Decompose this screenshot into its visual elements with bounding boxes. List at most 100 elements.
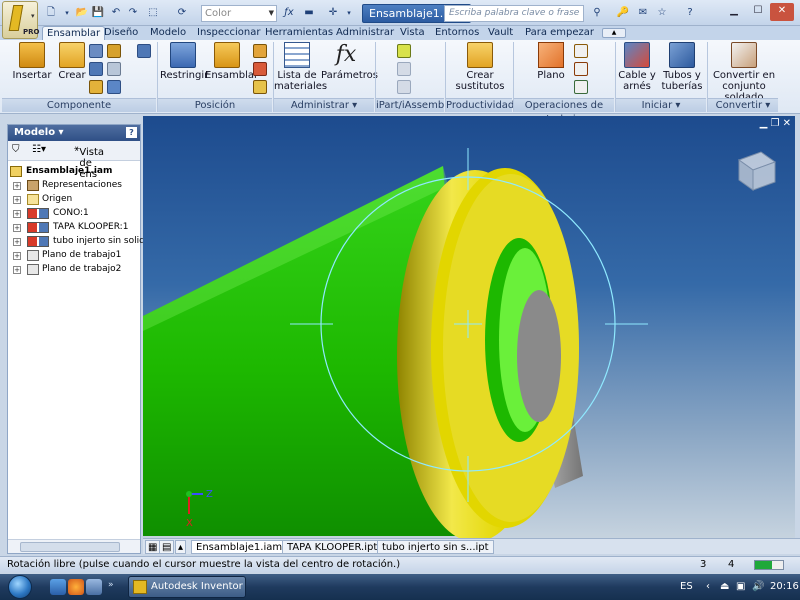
tab-vista[interactable]: Vista [396,26,429,40]
safely-remove-icon[interactable]: ⏏ [720,581,729,592]
new-file-icon[interactable]: 🗋 [44,6,58,20]
mirror-icon[interactable] [89,62,103,76]
tree-item[interactable]: + TAPA KLOOPER:1 [10,221,140,235]
clock[interactable]: 20:16 [770,581,799,592]
quick-launch-overflow-icon[interactable]: » [108,580,114,590]
lista-materiales-button[interactable]: Lista de materiales [274,42,327,92]
update-icon[interactable]: ⟳ [175,6,189,20]
convertir-soldado-button[interactable]: Convertir en conjunto soldado [706,42,782,103]
insertar-button[interactable]: Insertar [10,42,54,81]
tab-vault[interactable]: Vault [484,26,517,40]
panel-administrar-label[interactable]: Administrar ▾ [274,98,374,112]
doc-tab-tapa-klooper[interactable]: TAPA KLOOPER.ipt [282,540,383,554]
tree-item[interactable]: + tubo injerto sin solidos [10,235,155,249]
expand-tree-icon[interactable]: ☷▾ [32,144,46,155]
tray-expand-icon[interactable]: ‹ [706,581,710,592]
browser-horizontal-scrollbar[interactable] [8,539,140,553]
show-desktop-icon[interactable] [86,579,102,595]
graphics-viewport[interactable]: Z X ▁ ❐ ✕ [143,116,795,538]
tree-item[interactable]: + Plano de trabajo1 [10,249,140,263]
replace-icon[interactable] [107,62,121,76]
subscription-icon[interactable]: 🔑 [616,6,630,20]
communication-icon[interactable]: ✉ [636,6,650,20]
scrollbar-thumb[interactable] [20,542,120,552]
tree-root[interactable]: Ensamblaje1.iam [10,165,140,179]
redo-icon[interactable]: ↷ [126,6,140,20]
language-indicator[interactable]: ES [680,581,693,592]
viewport-restore-button[interactable]: ❐ [770,118,779,129]
rotate-component-icon[interactable] [253,62,267,76]
work-point-icon[interactable] [574,62,588,76]
minimize-button[interactable]: ▁ [722,3,746,21]
internet-explorer-icon[interactable] [50,579,66,595]
viewcube[interactable] [737,151,777,191]
cable-arnes-button[interactable]: Cable y arnés [618,42,656,92]
tab-herramientas[interactable]: Herramientas [261,26,337,40]
place-from-cc-icon[interactable] [137,44,151,58]
viewport-close-button[interactable]: ✕ [783,118,791,129]
create-ipart-icon[interactable] [397,44,411,58]
function-icon[interactable]: ƒx [282,6,296,20]
select-icon[interactable]: ⬚ [146,6,160,20]
restringir-button[interactable]: Restringir [160,42,208,81]
expand-plus-icon[interactable]: + [13,196,21,204]
plano-button[interactable]: Plano [534,42,568,81]
crear-button[interactable]: Crear [55,42,89,81]
tree-item[interactable]: + Plano de trabajo2 [10,263,140,277]
tab-entornos[interactable]: Entornos [431,26,483,40]
viewport-minimize-button[interactable]: ▁ [760,118,768,129]
grip-snap-icon[interactable] [107,80,121,94]
tab-modelo[interactable]: Modelo [146,26,190,40]
tree-item[interactable]: + Representaciones [10,179,140,193]
expand-plus-icon[interactable]: + [13,266,21,274]
parametros-button[interactable]: fx Parámetros [321,42,378,81]
tab-ensamblar[interactable]: Ensamblar [42,26,106,40]
browser-help-button[interactable]: ? [126,127,137,138]
panel-iniciar-label[interactable]: Iniciar ▾ [616,98,706,112]
volume-icon[interactable]: 🔊 [752,581,764,592]
doc-tab-tubo-injerto[interactable]: tubo injerto sin s...ipt [377,540,494,554]
network-icon[interactable]: ▣ [736,581,745,592]
favorites-star-icon[interactable]: ☆ [655,6,669,20]
measure-icon[interactable]: ▬ [302,6,316,20]
tubos-tuberias-button[interactable]: Tubos y tuberías [660,42,704,92]
crosshair-icon[interactable]: ✛ [326,6,340,20]
expand-plus-icon[interactable]: + [13,224,21,232]
customize-dropdown-icon[interactable]: ▾ [342,6,356,20]
open-folder-icon[interactable]: 📂 [75,6,89,20]
tab-diseno[interactable]: Diseño [100,26,142,40]
model-canvas[interactable]: Z X [143,116,795,538]
work-axis-icon[interactable] [574,44,588,58]
copy-icon[interactable] [107,44,121,58]
search-input[interactable]: Escriba palabra clave o frase [444,5,584,22]
tree-item[interactable]: + Origen [10,193,140,207]
panel-convertir-label[interactable]: Convertir ▾ [708,98,778,112]
move-component-icon[interactable] [253,44,267,58]
save-icon[interactable]: 💾 [91,6,105,20]
expand-plus-icon[interactable]: + [13,182,21,190]
undo-icon[interactable]: ↶ [109,6,123,20]
start-button[interactable] [4,574,40,600]
free-move-icon[interactable] [253,80,267,94]
tree-item[interactable]: + CONO:1 [10,207,140,221]
tab-inspeccionar[interactable]: Inspeccionar [193,26,264,40]
minimize-ribbon-button[interactable]: ▲ [602,28,626,38]
browser-header[interactable]: Modelo ▾ ? [8,125,140,141]
expand-plus-icon[interactable]: + [13,210,21,218]
open-documents-icon[interactable]: ▴ [175,540,187,554]
close-button[interactable]: ✕ [770,3,794,21]
expand-plus-icon[interactable]: + [13,252,21,260]
ucs-icon[interactable] [574,80,588,94]
tab-para-empezar[interactable]: Para empezar [521,26,598,40]
tab-administrar[interactable]: Administrar [332,26,398,40]
binoculars-icon[interactable]: ⚲ [590,6,604,20]
filter-icon[interactable]: ⛉ [12,144,20,155]
vista-ensamblaje-dropdown[interactable]: ⚹ Vista de ens [74,144,104,180]
expand-plus-icon[interactable]: + [13,238,21,246]
taskbar-inventor-button[interactable]: Autodesk Inventor P... [128,576,246,598]
application-menu-button[interactable]: PRO ▾ [2,1,39,39]
maximize-button[interactable]: ☐ [746,3,770,21]
help-icon[interactable]: ? [683,6,697,20]
new-dropdown-icon[interactable]: ▾ [60,6,74,20]
tube-injerto-end[interactable] [517,290,561,422]
